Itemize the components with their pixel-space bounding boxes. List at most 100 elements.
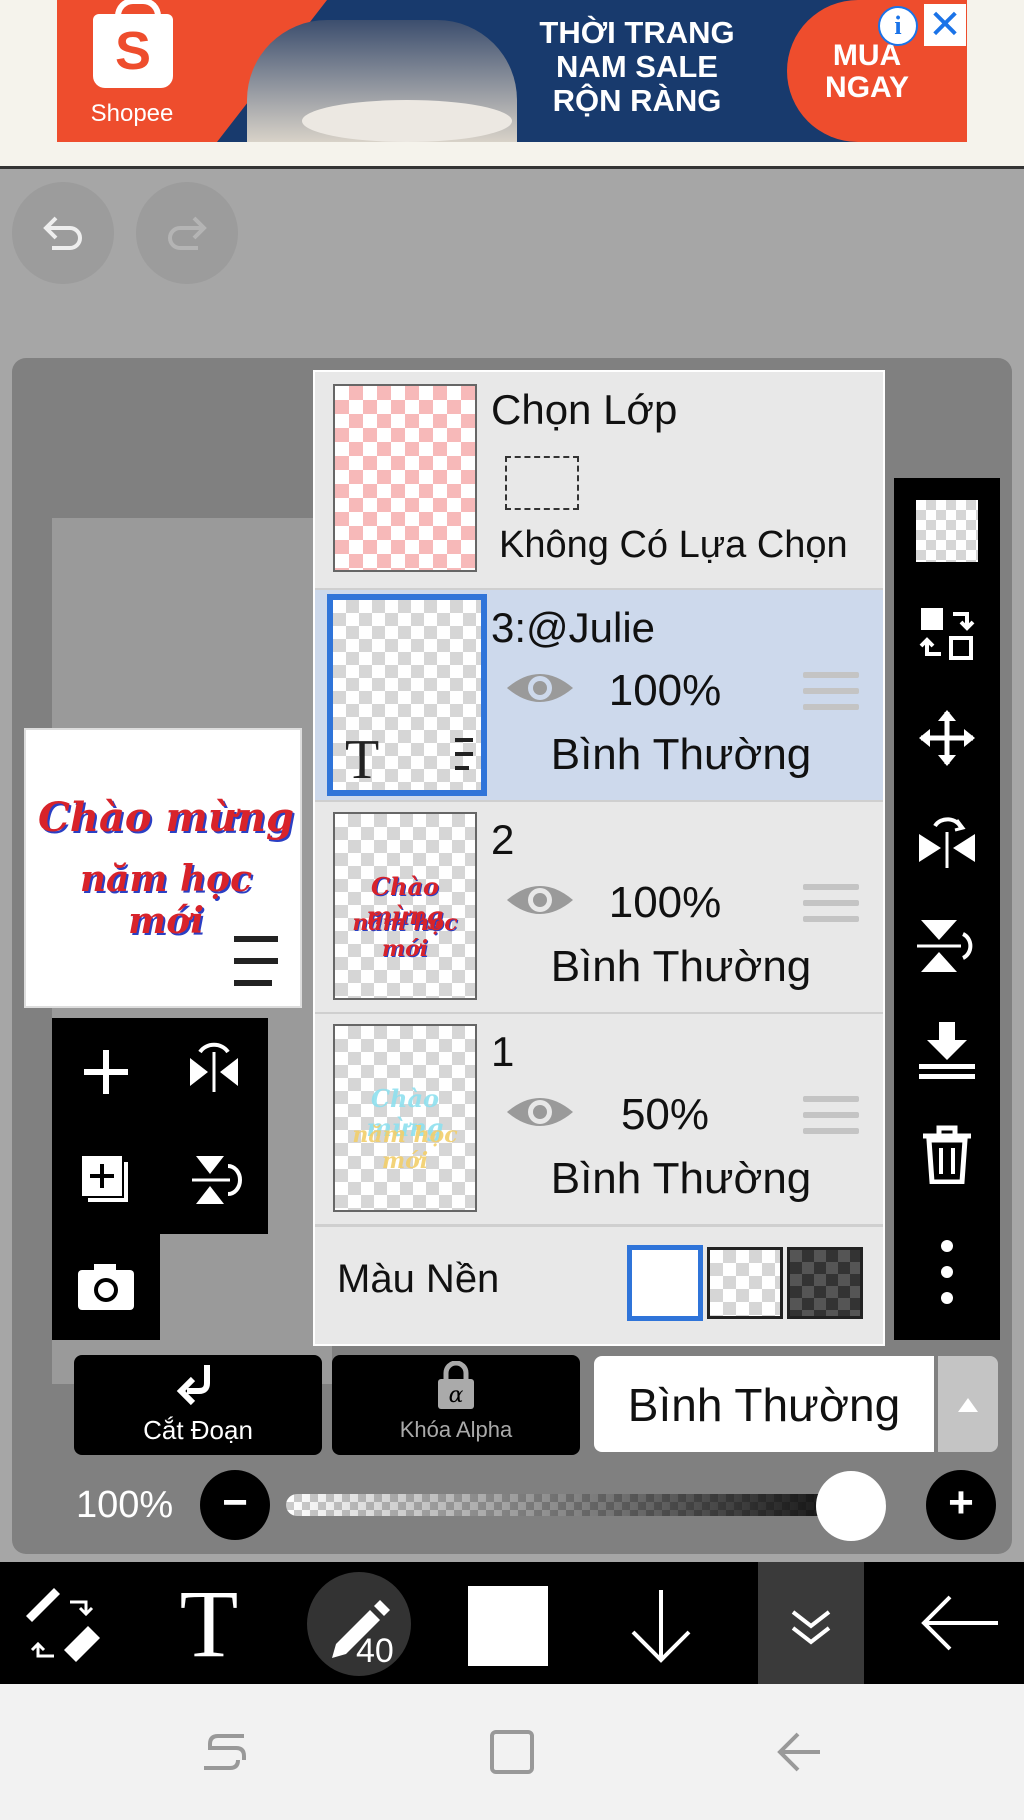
layer-opacity: 100% [608,666,722,715]
text-tool-icon: T [180,1570,239,1677]
chevron-double-down-icon [791,1610,831,1645]
layer-name: 3:@Julie [491,604,656,651]
flip-vertical-button[interactable] [160,1126,268,1234]
opacity-slider-thumb[interactable] [816,1471,886,1541]
undo-button[interactable] [12,182,114,284]
clipping-icon [176,1365,210,1406]
brush-size-button[interactable]: 40 [302,1562,428,1684]
drag-handle-icon[interactable] [803,672,859,718]
layer-name: 1 [491,1028,515,1075]
drag-handle-icon[interactable] [803,884,859,930]
delete-layer-button[interactable] [894,1102,1000,1206]
back-nav-icon[interactable] [770,1722,830,1782]
preview-line2: năm học mới [79,858,253,942]
layer-blend-mode: Bình Thường [550,730,812,779]
brush-eraser-swap-icon [26,1588,100,1662]
transparency-button[interactable] [894,478,1000,582]
info-icon[interactable]: i [878,6,918,46]
right-toolbar [894,478,1000,1340]
selection-layer-row[interactable]: Chọn Lớp Không Có Lựa Chọn [315,372,883,588]
triangle-up-icon [958,1398,978,1412]
camera-button[interactable] [52,1234,160,1342]
background-dark-swatch[interactable] [787,1247,863,1319]
clipping-button[interactable]: Cắt Đoạn [74,1355,322,1455]
duplicate-layer-icon [82,1156,128,1202]
flip-vertical-icon [917,920,973,972]
ad-headline: THỜI TRANG NAM SALE RỘN RÀNG [539,15,735,118]
brush-eraser-toggle-button[interactable] [0,1562,126,1684]
layer-opacity: 100% [608,878,722,927]
undo-icon [43,216,82,250]
svg-text:T: T [180,1570,239,1677]
move-button[interactable] [894,686,1000,790]
merge-down-button[interactable] [894,998,1000,1102]
color-button[interactable] [456,1562,582,1684]
opacity-increase-button[interactable]: + [926,1470,996,1540]
arrow-down-icon [631,1590,691,1663]
more-options-button[interactable] [894,1206,1000,1340]
layer-blend-mode: Bình Thường [550,1154,812,1203]
ad-banner[interactable]: S Shopee THỜI TRANG NAM SALE RỘN RÀNG MU… [57,0,967,142]
flip-horizontal-button[interactable] [894,790,1000,894]
flip-horizontal-button[interactable] [160,1018,268,1126]
layer-down-button[interactable] [598,1562,724,1684]
clipping-label: Cắt Đoạn [143,1415,253,1445]
swap-layer-button[interactable] [894,582,1000,686]
text-layer-icon: T [345,729,380,791]
visibility-eye-icon[interactable] [503,666,577,710]
add-layer-copy-button[interactable] [52,1126,160,1234]
more-vertical-icon [941,1240,953,1304]
layer-row[interactable]: T 3:@Julie 100% Bình Thường [315,588,883,800]
blend-mode-dropdown-button[interactable] [938,1356,998,1452]
preview-line1: Chào mừng [38,794,294,841]
opacity-slider[interactable] [286,1494,886,1516]
add-layer-button[interactable] [52,1018,160,1126]
layers-panel-toggle-button[interactable] [758,1562,864,1684]
background-white-swatch[interactable] [627,1245,703,1321]
lock-icon: α [438,1361,474,1409]
blend-mode-select[interactable]: Bình Thường [594,1356,934,1452]
recent-apps-icon[interactable] [194,1722,254,1782]
current-color-swatch [468,1586,548,1666]
alpha-lock-button[interactable]: α Khóa Alpha [332,1355,580,1455]
layer-row[interactable]: Chào mừng năm học mới 2 100% Bình Thường [315,800,883,1012]
alpha-lock-label: Khóa Alpha [399,1417,513,1442]
visibility-eye-icon[interactable] [503,1090,577,1134]
canvas-preview[interactable]: Chào mừng năm học mới [24,728,302,1008]
selection-rect-icon [505,456,579,510]
flip-horizontal-icon [190,1042,238,1092]
close-icon[interactable]: ✕ [924,4,966,46]
flip-vertical-button[interactable] [894,894,1000,998]
background-transparent-swatch[interactable] [707,1247,783,1319]
blend-mode-value: Bình Thường [627,1379,901,1431]
bottom-toolbar: T 40 [0,1562,1024,1684]
move-icon [919,710,975,766]
layer-name: 2 [491,816,515,863]
text-tool-button[interactable]: T [146,1562,272,1684]
home-icon[interactable] [482,1722,542,1782]
swap-icon [919,608,975,660]
background-row: Màu Nền [315,1224,883,1345]
layer-tools-left [52,1018,268,1234]
arrow-left-icon [921,1595,998,1651]
drag-handle-icon[interactable] [803,1096,859,1142]
opacity-control: 100% − + [0,1470,1024,1542]
background-label: Màu Nền [337,1257,500,1301]
layer-blend-mode: Bình Thường [550,942,812,991]
selection-title: Chọn Lớp [491,386,678,433]
trash-icon [923,1125,971,1184]
layer-thumbnail: T [327,594,487,796]
flip-vertical-icon [192,1156,242,1204]
opacity-decrease-button[interactable]: − [200,1470,270,1540]
layers-panel: Chọn Lớp Không Có Lựa Chọn T 3:@Julie 10… [313,370,885,1346]
opacity-value: 100% [76,1484,174,1526]
layer-thumbnail: Chào mừng năm học mới [333,812,477,1000]
ad-brand: Shopee [90,100,174,127]
redo-button[interactable] [136,182,238,284]
redo-icon [168,216,207,250]
visibility-eye-icon[interactable] [503,878,577,922]
back-button[interactable] [898,1562,1024,1684]
layer-row[interactable]: Chào mừng năm học mới 1 50% Bình Thường [315,1012,883,1224]
camera-tool-panel [52,1234,160,1340]
layer-thumbnail: Chào mừng năm học mới [333,1024,477,1212]
